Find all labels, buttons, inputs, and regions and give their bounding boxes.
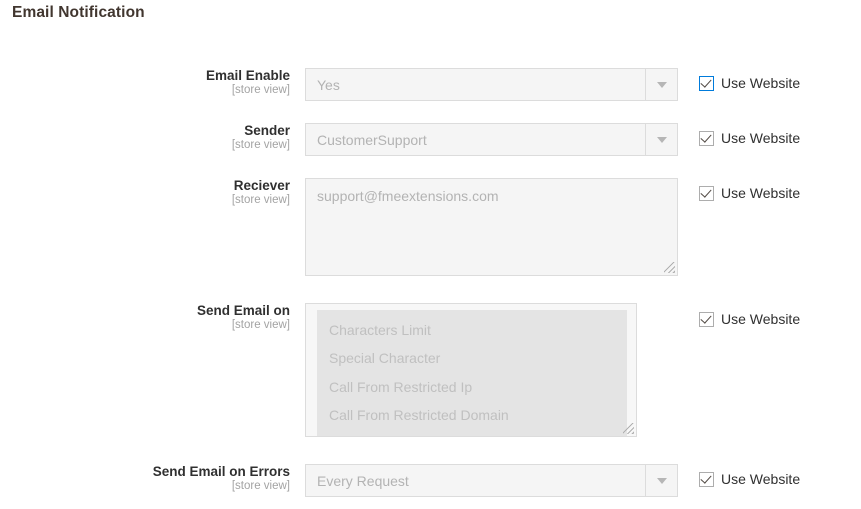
field-label-email-enable: Email Enable [store view] [0,68,290,97]
use-website-checkbox[interactable] [699,185,714,201]
field-label-text: Send Email on [196,303,290,318]
checkmark-icon [700,471,712,484]
use-website-reciever[interactable]: Use Website [699,185,800,201]
use-website-label: Use Website [721,75,801,91]
reciever-textarea[interactable]: support@fmeextensions.com [305,178,678,276]
send-email-on-multiselect[interactable]: Characters Limit Special Character Call … [305,303,637,437]
list-item[interactable]: Call From Restricted Ip [317,373,627,401]
field-label-text: Send Email on Errors [152,464,290,479]
send-email-on-errors-select-value: Every Request [317,472,409,489]
field-scope-text: [store view] [231,319,290,332]
reciever-textarea-value: support@fmeextensions.com [317,188,499,204]
list-item[interactable]: Special Character [317,344,627,372]
use-website-checkbox[interactable] [699,471,714,487]
use-website-send-email-on[interactable]: Use Website [699,311,800,327]
checkmark-icon [700,311,712,324]
field-scope-text: [store view] [231,194,290,207]
use-website-label: Use Website [721,311,801,327]
use-website-label: Use Website [721,185,801,201]
chevron-down-icon [656,136,667,143]
checkmark-icon [700,185,712,198]
use-website-checkbox[interactable] [699,311,714,327]
send-email-on-errors-select[interactable]: Every Request [305,464,678,497]
use-website-checkbox[interactable] [699,75,714,91]
use-website-email-enable[interactable]: Use Website [699,75,800,91]
use-website-label: Use Website [721,130,801,146]
field-label-reciever: Reciever [store view] [0,178,290,207]
use-website-label: Use Website [721,471,801,487]
chevron-down-icon [656,477,667,484]
use-website-send-email-on-errors[interactable]: Use Website [699,471,800,487]
field-label-send-email-on: Send Email on [store view] [0,303,290,332]
email-enable-select-value: Yes [317,76,340,93]
email-enable-select[interactable]: Yes [305,68,678,101]
field-label-text: Reciever [233,178,290,193]
sender-select-value: CustomerSupport [317,131,427,148]
send-email-on-option-list[interactable]: Characters Limit Special Character Call … [317,310,627,436]
field-scope-text: [store view] [231,480,290,493]
checkmark-icon [700,130,712,143]
field-scope-text: [store view] [231,84,290,97]
sender-select-arrow[interactable] [645,124,677,155]
chevron-down-icon [656,81,667,88]
email-enable-select-arrow[interactable] [645,69,677,100]
list-item[interactable]: Call From Restricted Domain [317,401,627,429]
field-scope-text: [store view] [231,139,290,152]
sender-select[interactable]: CustomerSupport [305,123,678,156]
send-email-on-errors-select-arrow[interactable] [645,465,677,496]
field-label-send-email-on-errors: Send Email on Errors [store view] [0,464,290,493]
list-item[interactable]: Characters Limit [317,316,627,344]
page-title: Email Notification [12,4,145,21]
use-website-sender[interactable]: Use Website [699,130,800,146]
resize-grip-icon[interactable] [664,262,675,273]
field-label-sender: Sender [store view] [0,123,290,152]
resize-grip-icon[interactable] [623,423,634,434]
email-notification-settings-page: Email Notification Email Enable [store v… [0,0,861,509]
checkmark-icon [700,75,712,88]
field-label-text: Sender [244,123,290,138]
field-label-text: Email Enable [205,68,290,83]
use-website-checkbox[interactable] [699,130,714,146]
